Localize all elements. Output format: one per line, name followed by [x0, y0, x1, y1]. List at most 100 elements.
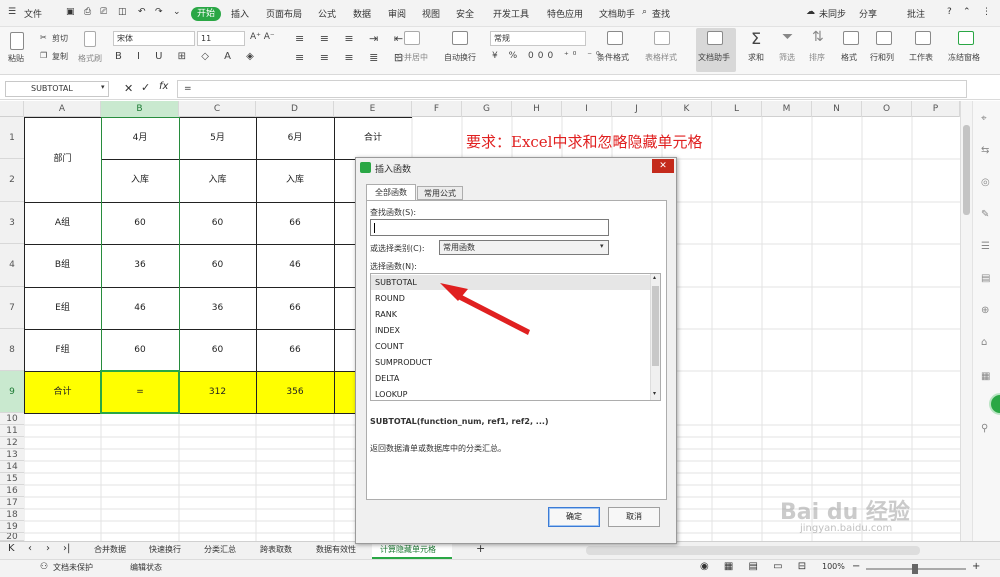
cancel-button[interactable]: 取消 — [608, 507, 660, 527]
comment-button[interactable]: 批注 — [907, 7, 925, 20]
column-header[interactable]: M — [762, 101, 812, 117]
align-top-icons[interactable]: ≡ ≡ ≡ ⇥ ⇤ — [295, 32, 409, 45]
value-cell[interactable]: 60 — [179, 202, 256, 244]
function-item[interactable]: INDEX — [375, 326, 400, 335]
paste-icon[interactable] — [10, 32, 24, 50]
align-icons[interactable]: ≡ ≡ ≡ ≣ ⊟ — [295, 51, 409, 64]
floating-badge-icon[interactable] — [989, 393, 1000, 415]
cancel-formula-button[interactable]: ✕ — [124, 82, 133, 95]
sheet-tab[interactable]: 跨表取数 — [260, 544, 292, 555]
column-header[interactable]: D — [256, 101, 334, 117]
function-list-scroll-thumb[interactable] — [652, 286, 659, 366]
tab-start[interactable]: 开始 — [191, 7, 221, 21]
sheet-tab[interactable]: 快速换行 — [149, 544, 181, 555]
view-mode-icons[interactable]: ◉ ▦ ▤ ▭ ⊟ — [700, 561, 812, 572]
number-format-select[interactable]: 常规 — [490, 31, 586, 46]
group-label[interactable]: A组 — [24, 202, 101, 244]
value-cell[interactable]: 36 — [101, 244, 179, 287]
next-sheet-icon[interactable]: › — [46, 543, 50, 554]
column-header[interactable]: E — [334, 101, 412, 117]
tab-data[interactable]: 数据 — [353, 7, 371, 20]
search-function-input[interactable] — [370, 219, 609, 236]
tab-all-functions[interactable]: 全部函数 — [366, 184, 416, 200]
value-cell[interactable]: 36 — [179, 287, 256, 329]
category-select[interactable]: 常用函数 — [439, 240, 609, 255]
tab-view[interactable]: 视图 — [422, 7, 440, 20]
cut-button[interactable]: 剪切 — [52, 33, 68, 44]
sheet-tab[interactable]: 合并数据 — [94, 544, 126, 555]
format-painter-button[interactable]: 格式刷 — [78, 53, 102, 64]
sub-header[interactable]: 入库 — [101, 159, 179, 202]
last-sheet-icon[interactable]: ›| — [63, 543, 70, 554]
month-header[interactable]: 4月 — [101, 117, 179, 159]
row-header[interactable]: 17 — [0, 497, 24, 509]
tab-developer[interactable]: 开发工具 — [493, 7, 529, 20]
function-item[interactable]: DELTA — [375, 374, 399, 383]
row-col-button[interactable]: 行和列 — [870, 52, 894, 63]
tab-review[interactable]: 审阅 — [388, 7, 406, 20]
more-icon[interactable]: ⌄ — [173, 7, 181, 17]
column-header[interactable]: F — [412, 101, 462, 117]
value-cell[interactable]: 66 — [256, 287, 334, 329]
zoom-slider-thumb[interactable] — [912, 564, 918, 574]
formula-input[interactable]: = — [177, 80, 967, 98]
redo-icon[interactable]: ↷ — [155, 7, 163, 17]
total-label[interactable]: 合计 — [24, 371, 101, 413]
menu-file[interactable]: 文件 — [24, 7, 42, 20]
search-icon[interactable]: ⌕ — [642, 7, 647, 17]
side-tool-icon[interactable]: ▤ — [981, 273, 990, 284]
side-tool-icon[interactable]: ☰ — [981, 241, 990, 252]
row-header[interactable]: 20 — [0, 533, 24, 541]
function-item[interactable]: ROUND — [375, 294, 405, 303]
copy-icon[interactable]: ❐ — [40, 51, 47, 60]
collapse-icon[interactable]: ⌃ — [963, 7, 971, 17]
side-tool-icon[interactable]: ✎ — [981, 209, 989, 220]
month-header[interactable]: 5月 — [179, 117, 256, 159]
function-item-selected[interactable]: SUBTOTAL — [375, 278, 417, 287]
side-tool-icon[interactable]: ⇆ — [981, 145, 989, 156]
column-header[interactable]: K — [662, 101, 712, 117]
value-cell[interactable]: 66 — [256, 202, 334, 244]
function-item[interactable]: RANK — [375, 310, 397, 319]
row-header[interactable]: 18 — [0, 509, 24, 521]
doc-assistant-button[interactable]: 文档助手 — [698, 52, 730, 63]
scroll-down-icon[interactable]: ▾ — [653, 390, 656, 397]
sheet-tab[interactable]: 分类汇总 — [204, 544, 236, 555]
column-header[interactable]: L — [712, 101, 762, 117]
hamburger-icon[interactable]: ☰ — [8, 7, 16, 17]
column-header[interactable]: G — [462, 101, 512, 117]
row-header[interactable]: 14 — [0, 461, 24, 473]
value-cell[interactable]: 60 — [101, 329, 179, 371]
font-style-icons[interactable]: B I U ⊞ ◇ A ◈ — [115, 51, 260, 62]
share-button[interactable]: 分享 — [859, 7, 877, 20]
merge-center-button[interactable]: 合并居中 — [396, 52, 428, 63]
month-header[interactable]: 6月 — [256, 117, 334, 159]
active-formula-cell[interactable]: = — [101, 371, 179, 413]
row-header[interactable]: 12 — [0, 437, 24, 449]
function-list-scrollbar[interactable]: ▴ ▾ — [650, 274, 660, 400]
value-cell[interactable]: 46 — [256, 244, 334, 287]
horizontal-scrollbar[interactable] — [586, 546, 920, 555]
save-icon[interactable]: ▣ — [66, 7, 75, 17]
total-cell[interactable]: 356 — [256, 371, 334, 413]
value-cell[interactable]: 60 — [101, 202, 179, 244]
row-header[interactable]: 15 — [0, 473, 24, 485]
value-cell[interactable]: 66 — [256, 329, 334, 371]
side-tool-icon[interactable]: ⌖ — [981, 113, 987, 124]
export-icon[interactable]: ⎙ — [84, 7, 91, 17]
column-header[interactable]: H — [512, 101, 562, 117]
chevron-down-icon[interactable]: ▾ — [600, 242, 604, 250]
side-tool-icon[interactable]: ⊕ — [981, 305, 989, 316]
column-header[interactable]: A — [24, 101, 101, 117]
number-icons[interactable]: ¥ % 000 ⁺⁰ ⁻⁰ — [492, 51, 604, 61]
column-header[interactable]: O — [862, 101, 912, 117]
side-tool-icon[interactable]: ⚲ — [981, 423, 988, 434]
preview-icon[interactable]: ◫ — [118, 7, 127, 17]
side-tool-icon[interactable]: ◎ — [981, 177, 990, 188]
tab-page-layout[interactable]: 页面布局 — [266, 7, 302, 20]
help-icon[interactable]: ? — [947, 7, 952, 17]
search-label[interactable]: 查找 — [652, 7, 670, 20]
vertical-scrollbar[interactable] — [960, 101, 972, 541]
sub-header[interactable]: 入库 — [179, 159, 256, 202]
column-header[interactable]: J — [612, 101, 662, 117]
